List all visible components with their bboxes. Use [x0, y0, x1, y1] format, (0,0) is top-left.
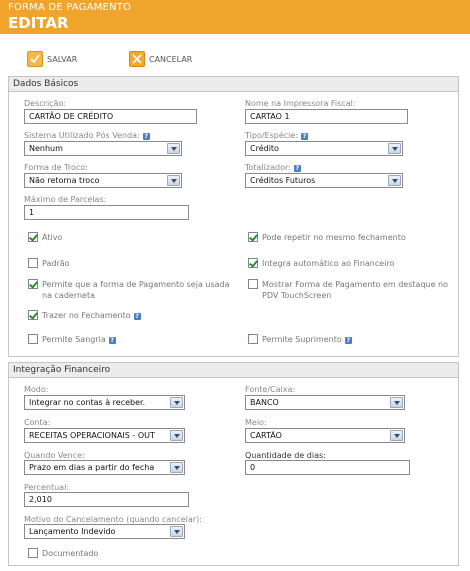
page-subtitle: FORMA DE PAGAMENTO [8, 2, 132, 13]
x-icon [129, 51, 145, 67]
sistema-pos-venda-label: Sistema Utilizado Pós Venda:? [24, 131, 150, 140]
tipo-especie-label: Tipo/Espécie:? [245, 131, 308, 140]
quando-vence-select[interactable]: Prazo em dias a partir do fecha [24, 460, 185, 475]
permite-caderneta-checkbox[interactable] [28, 279, 38, 289]
conta-select[interactable]: RECEITAS OPERACIONAIS - OUT [24, 428, 185, 443]
question-icon[interactable]: ? [301, 133, 308, 140]
pode-repetir-label: Pode repetir no mesmo fechamento [262, 233, 406, 242]
tipo-especie-select[interactable]: Crédito [245, 141, 403, 156]
max-parcelas-label: Máximo de Parcelas: [24, 195, 107, 204]
dados-basicos-title: Dados Básicos [9, 77, 458, 92]
tipo-especie-label-text: Tipo/Espécie: [245, 131, 298, 140]
integracao-panel: Integração Financeiro Modo: Integrar no … [8, 362, 459, 566]
permite-suprimento-label-text: Permite Suprimento [262, 335, 342, 344]
forma-troco-value: Não retorna troco [29, 176, 100, 185]
conta-value: RECEITAS OPERACIONAIS - OUT [29, 431, 155, 440]
ativo-label: Ativo [42, 233, 63, 242]
sistema-pos-venda-select[interactable]: Nenhum [24, 141, 182, 156]
question-icon[interactable]: ? [293, 165, 301, 172]
permite-caderneta-label: Permite que a forma de Pagamento seja us… [42, 280, 230, 300]
integra-auto-checkbox[interactable] [248, 258, 258, 268]
save-button[interactable]: SALVAR [27, 50, 77, 68]
save-label: SALVAR [47, 54, 78, 64]
modo-select[interactable]: Integrar no contas à receber. [24, 395, 185, 410]
motivo-cancelamento-label: Motivo do Cancelamento (quando cancelar)… [24, 515, 202, 524]
descricao-label: Descrição: [24, 99, 67, 108]
quantidade-dias-label: Quantidade de dias: [245, 451, 326, 460]
cancel-label: CANCELAR [149, 54, 193, 64]
chevron-down-icon[interactable] [170, 462, 183, 473]
percentual-label: Percentual: [24, 483, 69, 492]
meio-value: CARTÃO [250, 431, 282, 440]
meio-label: Meio: [245, 418, 267, 427]
mostrar-destaque-checkbox[interactable] [248, 279, 258, 289]
trazer-fechamento-label: Trazer no Fechamento? [42, 310, 141, 321]
totalizador-label-text: Totalizador: [245, 163, 291, 172]
modo-value: Integrar no contas à receber. [29, 398, 146, 407]
conta-label: Conta: [24, 418, 51, 427]
cancel-button[interactable]: CANCELAR [129, 50, 192, 68]
permite-sangria-label-text: Permite Sangria [42, 335, 106, 344]
chevron-down-icon[interactable] [388, 143, 401, 154]
padrao-label: Padrão [42, 259, 70, 268]
modo-label: Modo: [24, 385, 49, 394]
chevron-down-icon[interactable] [390, 397, 403, 408]
chevron-down-icon[interactable] [170, 430, 183, 441]
permite-suprimento-label: Permite Suprimento? [262, 334, 352, 345]
question-icon[interactable]: ? [108, 337, 116, 344]
quantidade-dias-field[interactable]: 0 [245, 460, 410, 475]
forma-troco-label: Forma de Troco: [24, 163, 88, 172]
padrao-checkbox[interactable] [28, 258, 38, 268]
ativo-checkbox[interactable] [28, 232, 38, 242]
chevron-down-icon[interactable] [388, 175, 401, 186]
trazer-fechamento-label-text: Trazer no Fechamento [42, 311, 131, 320]
page-title: EDITAR [8, 14, 69, 32]
max-parcelas-field[interactable]: 1 [24, 205, 189, 220]
totalizador-select[interactable]: Créditos Futuros [245, 173, 403, 188]
tipo-especie-value: Crédito [250, 144, 279, 153]
chevron-down-icon[interactable] [167, 175, 180, 186]
motivo-cancelamento-value: Lançamento Indevido [29, 527, 116, 536]
fonte-caixa-select[interactable]: BANCO [245, 395, 405, 410]
documentado-checkbox[interactable] [28, 548, 38, 558]
chevron-down-icon[interactable] [170, 526, 183, 537]
nome-impressora-field[interactable]: CARTAO 1 [245, 109, 408, 124]
question-icon[interactable]: ? [344, 337, 352, 344]
checkmark-icon [27, 51, 43, 67]
trazer-fechamento-checkbox[interactable] [28, 310, 38, 320]
question-icon[interactable]: ? [142, 133, 150, 140]
quando-vence-value: Prazo em dias a partir do fecha [29, 463, 155, 472]
integra-auto-label: Integra automático ao Financeiro [262, 259, 395, 268]
question-icon[interactable]: ? [133, 313, 141, 320]
chevron-down-icon[interactable] [170, 397, 183, 408]
meio-select[interactable]: CARTÃO [245, 428, 405, 443]
permite-sangria-label: Permite Sangria? [42, 334, 116, 345]
mostrar-destaque-label: Mostrar Forma de Pagamento em destaque n… [262, 280, 449, 300]
totalizador-value: Créditos Futuros [250, 176, 316, 185]
sistema-pos-venda-value: Nenhum [29, 144, 63, 153]
dados-basicos-panel: Dados Básicos Descrição: CARTÃO DE CRÉDI… [8, 76, 459, 357]
chevron-down-icon[interactable] [167, 143, 180, 154]
forma-troco-select[interactable]: Não retorna troco [24, 173, 182, 188]
pode-repetir-checkbox[interactable] [248, 232, 258, 242]
percentual-field[interactable]: 2,010 [24, 492, 189, 507]
sistema-pos-venda-label-text: Sistema Utilizado Pós Venda: [24, 131, 140, 140]
nome-impressora-label: Nome na Impressora Fiscal: [245, 99, 356, 108]
permite-sangria-checkbox[interactable] [28, 334, 38, 344]
motivo-cancelamento-select[interactable]: Lançamento Indevido [24, 524, 185, 539]
fonte-caixa-value: BANCO [250, 398, 279, 407]
fonte-caixa-label: Fonte/Caixa: [245, 385, 296, 394]
permite-suprimento-checkbox[interactable] [248, 334, 258, 344]
documentado-label: Documentado [42, 549, 99, 558]
page-header: FORMA DE PAGAMENTO EDITAR [0, 0, 470, 34]
totalizador-label: Totalizador:? [245, 163, 301, 172]
quando-vence-label: Quando Vence: [24, 451, 85, 460]
chevron-down-icon[interactable] [390, 430, 403, 441]
descricao-field[interactable]: CARTÃO DE CRÉDITO [24, 109, 197, 124]
integracao-title: Integração Financeiro [9, 363, 458, 378]
